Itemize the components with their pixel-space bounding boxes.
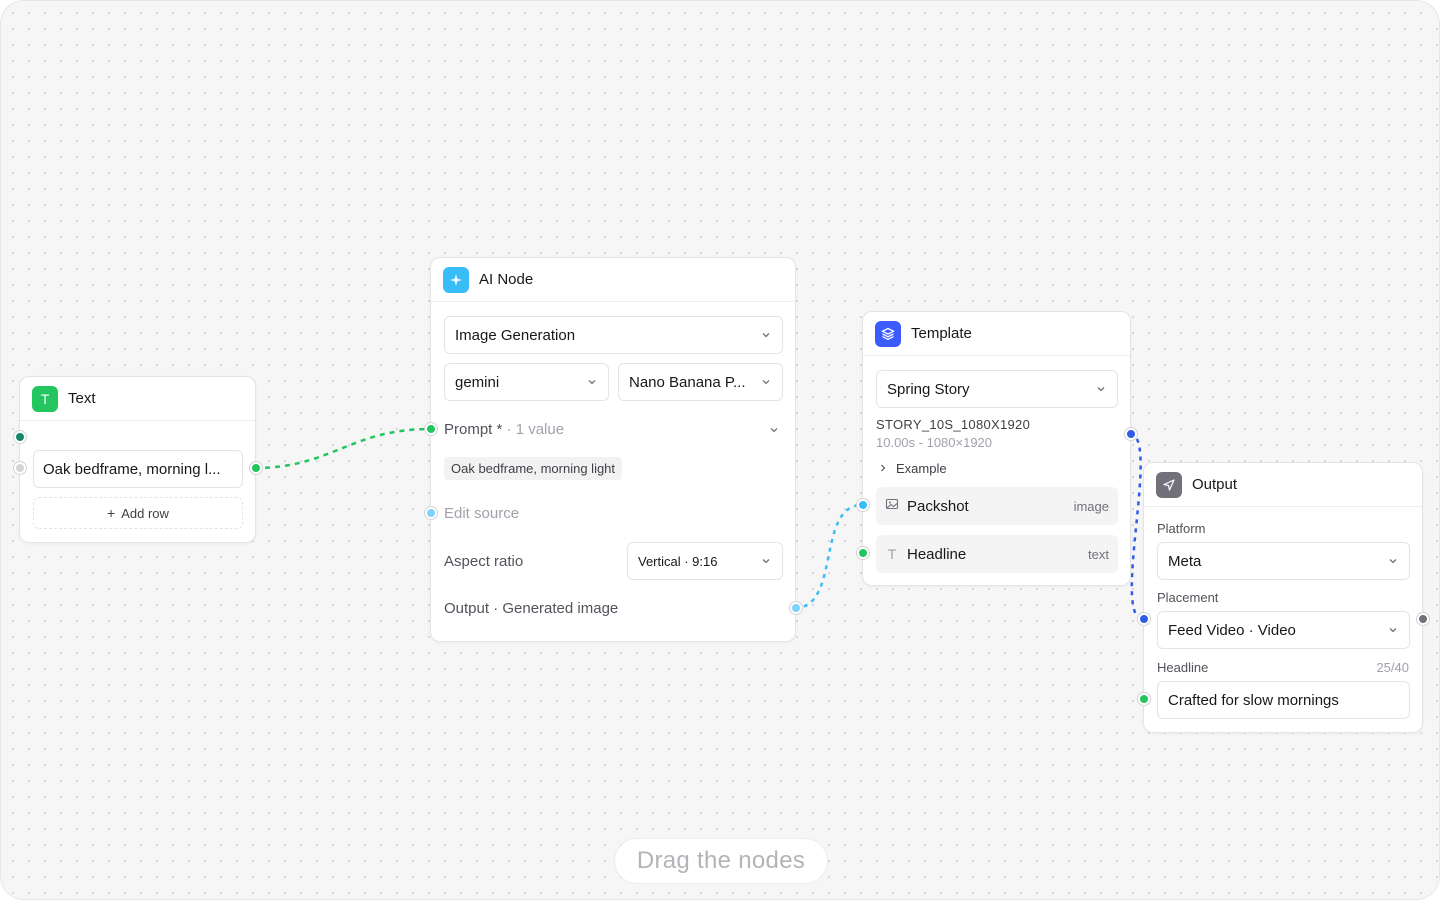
provider-select-value: gemini <box>455 373 500 391</box>
placement-select-value: Feed Video · Video <box>1168 621 1296 639</box>
placement-label: Placement <box>1157 590 1219 605</box>
platform-select[interactable]: Meta <box>1157 542 1410 580</box>
chevron-down-icon <box>760 329 772 341</box>
chevron-down-icon <box>586 376 598 388</box>
headline-char-count: 25/40 <box>1376 660 1409 675</box>
send-icon <box>1156 471 1182 498</box>
task-select-value: Image Generation <box>455 326 576 344</box>
text-type-icon-glyph: T <box>40 390 50 407</box>
output-label: Output · Generated image <box>444 600 619 617</box>
template-select-value: Spring Story <box>887 380 970 398</box>
template-node-title: Template <box>911 325 972 342</box>
placement-select[interactable]: Feed Video · Video <box>1157 611 1410 649</box>
template-node-header[interactable]: Template <box>863 312 1130 356</box>
example-label: Example <box>896 461 947 476</box>
output-node-header[interactable]: Output <box>1144 463 1422 507</box>
packshot-input-port[interactable] <box>857 499 869 511</box>
prompt-label-text: Prompt * <box>444 421 503 438</box>
model-select[interactable]: Nano Banana P... <box>618 363 783 401</box>
edit-source-label: Edit source <box>444 505 520 522</box>
prompt-value-chip[interactable]: Oak bedframe, morning light <box>444 457 623 480</box>
template-code: STORY_10S_1080X1920 <box>876 417 1031 432</box>
output-node-title: Output <box>1192 476 1238 493</box>
slot-headline[interactable]: T Headline text <box>876 535 1118 573</box>
template-select[interactable]: Spring Story <box>876 370 1118 408</box>
wire-text-to-prompt <box>254 427 431 470</box>
prompt-expand-chevron-icon[interactable] <box>768 424 780 436</box>
chevron-down-icon <box>760 555 772 567</box>
output-node[interactable]: Output Platform Meta Placement Feed Vide… <box>1143 462 1423 733</box>
slot-packshot[interactable]: Packshot image <box>876 487 1118 525</box>
output-node-output-port[interactable] <box>1417 613 1429 625</box>
slot-packshot-type: image <box>1073 498 1109 514</box>
placement-input-port[interactable] <box>1138 613 1150 625</box>
text-type-icon: T <box>32 385 58 412</box>
add-row-button[interactable]: + Add row <box>33 497 243 529</box>
template-meta: 10.00s - 1080×1920 <box>876 435 993 450</box>
text-row-input[interactable]: Oak bedframe, morning l... <box>33 450 243 488</box>
generated-image-output-port[interactable] <box>790 602 802 614</box>
sparkles-icon <box>443 266 469 293</box>
text-node-top-port[interactable] <box>14 431 26 443</box>
drag-hint-pill: Drag the nodes <box>614 838 828 884</box>
prompt-label[interactable]: Prompt * · 1 value <box>444 421 564 438</box>
text-row-value: Oak bedframe, morning l... <box>43 460 221 478</box>
aspect-ratio-label: Aspect ratio <box>444 553 524 570</box>
text-row-output-port[interactable] <box>250 462 262 474</box>
text-row-input-port[interactable] <box>14 462 26 474</box>
slot-headline-name: Headline <box>907 545 967 563</box>
ai-node-title: AI Node <box>479 271 534 288</box>
headline-text-input-port[interactable] <box>1138 693 1150 705</box>
wire-template-to-placement <box>1129 432 1144 621</box>
edit-source-input-port[interactable] <box>425 507 437 519</box>
headline-label: Headline <box>1157 660 1209 675</box>
platform-select-value: Meta <box>1168 552 1202 570</box>
template-node[interactable]: Template Spring Story STORY_10S_1080X192… <box>862 311 1131 586</box>
ai-node-header[interactable]: AI Node <box>431 258 795 302</box>
slot-headline-type: text <box>1088 546 1109 562</box>
chevron-down-icon <box>1387 624 1399 636</box>
text-node-header[interactable]: T Text <box>20 377 255 421</box>
example-toggle[interactable]: Example <box>878 461 947 476</box>
image-icon <box>885 497 899 516</box>
task-select[interactable]: Image Generation <box>444 316 783 354</box>
headline-input[interactable]: Crafted for slow mornings <box>1157 681 1410 719</box>
headline-input-value: Crafted for slow mornings <box>1168 691 1339 709</box>
aspect-ratio-select[interactable]: Vertical · 9:16 <box>627 542 783 580</box>
template-output-port[interactable] <box>1125 428 1137 440</box>
ai-node[interactable]: AI Node Image Generation gemini Nano Ban… <box>430 257 796 642</box>
plus-icon: + <box>107 505 116 521</box>
text-node[interactable]: T Text Oak bedframe, morning l... + Add … <box>19 376 256 543</box>
chevron-down-icon <box>1095 383 1107 395</box>
slot-packshot-name: Packshot <box>907 497 969 515</box>
layers-icon <box>875 320 901 347</box>
text-icon: T <box>887 546 897 562</box>
aspect-ratio-value: Vertical · 9:16 <box>638 553 718 569</box>
add-row-label: Add row <box>121 505 169 521</box>
text-node-title: Text <box>68 390 96 407</box>
headline-input-port[interactable] <box>857 547 869 559</box>
chevron-down-icon <box>1387 555 1399 567</box>
model-select-value: Nano Banana P... <box>629 373 746 391</box>
platform-label: Platform <box>1157 521 1206 536</box>
wire-output-to-packshot <box>794 503 863 610</box>
chevron-right-icon <box>878 461 888 476</box>
prompt-input-port[interactable] <box>425 423 437 435</box>
chevron-down-icon <box>760 376 772 388</box>
prompt-count: · 1 value <box>506 421 565 438</box>
provider-select[interactable]: gemini <box>444 363 609 401</box>
workflow-canvas[interactable]: T Text Oak bedframe, morning l... + Add … <box>0 0 1440 900</box>
